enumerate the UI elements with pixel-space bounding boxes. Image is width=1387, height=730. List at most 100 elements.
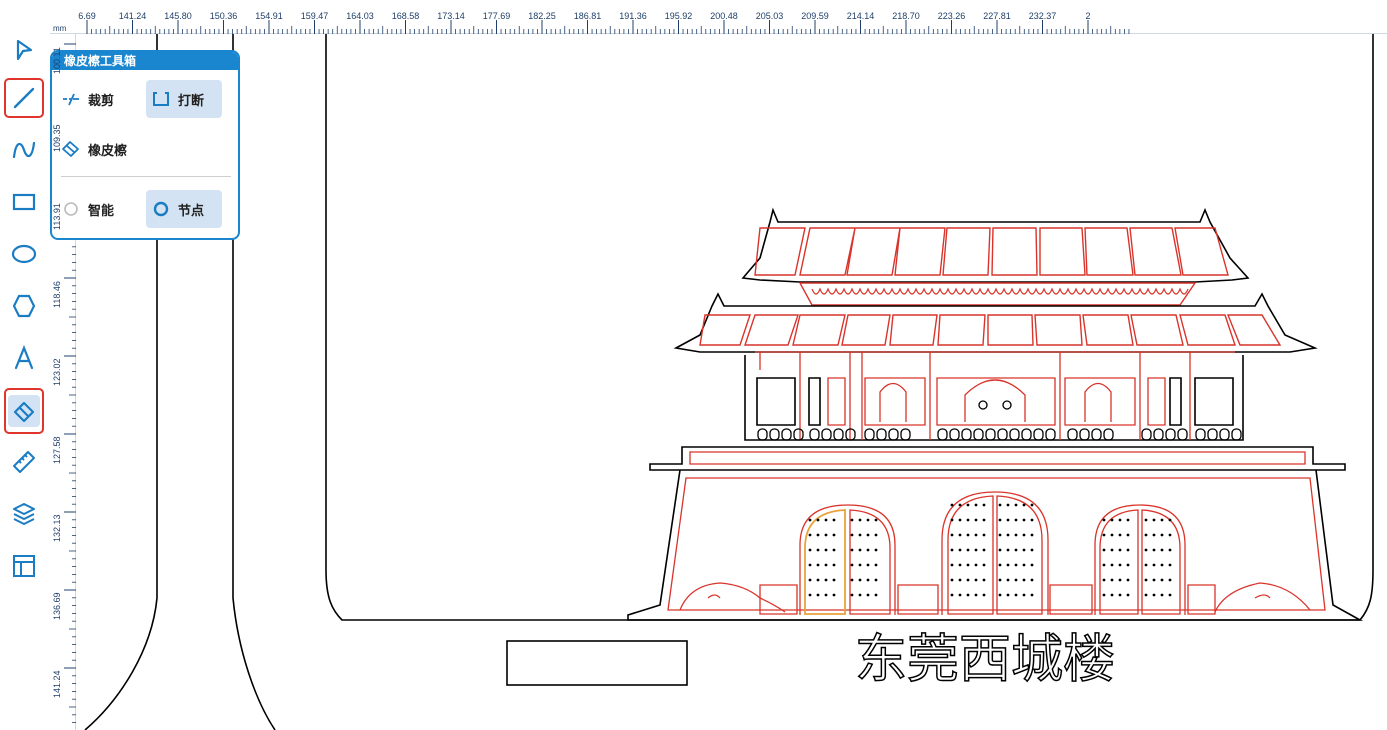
cut-option[interactable]: 裁剪	[60, 80, 140, 118]
door-stud	[1168, 593, 1172, 597]
layers-tool-button[interactable]	[4, 494, 44, 534]
line-icon	[13, 87, 35, 109]
drawing-canvas[interactable]: 东莞西城楼	[76, 34, 1387, 730]
label-rectangle[interactable]	[506, 640, 688, 686]
radio-unselected-icon	[60, 201, 82, 217]
window-oval	[985, 428, 996, 441]
curve-tool-button[interactable]	[4, 130, 44, 170]
select-tool-button[interactable]	[4, 30, 44, 70]
door-stud	[1006, 533, 1010, 537]
door-stud	[1102, 593, 1106, 597]
door-stud	[1006, 503, 1010, 507]
door-stud	[1168, 578, 1172, 582]
layout-icon	[13, 555, 35, 577]
ruler-label: 218.70	[892, 11, 920, 21]
door-stud	[1022, 518, 1026, 522]
left-toolbar	[0, 10, 50, 730]
door-stud	[1152, 578, 1156, 582]
window-oval	[864, 428, 875, 441]
door-stud	[1102, 578, 1106, 582]
door-stud	[1030, 518, 1034, 522]
window-oval	[781, 428, 792, 441]
ruler-label: 6.69	[78, 11, 96, 21]
door-stud	[1168, 533, 1172, 537]
smart-option[interactable]: 智能	[60, 190, 140, 228]
door-stud	[982, 548, 986, 552]
window-oval	[1153, 428, 1164, 441]
door-stud	[1126, 533, 1130, 537]
door-stud	[824, 593, 828, 597]
eraser-tool-button[interactable]	[4, 388, 44, 434]
window-oval	[1231, 428, 1242, 441]
ruler-label: 145.80	[164, 11, 192, 21]
ruler-label: 195.92	[664, 11, 693, 21]
door-stud	[1030, 593, 1034, 597]
door-stud	[974, 593, 978, 597]
door-stud	[958, 503, 962, 507]
window-oval	[1103, 428, 1114, 441]
rectangle-tool-button[interactable]	[4, 182, 44, 222]
door-stud	[1102, 518, 1106, 522]
door-stud	[816, 533, 820, 537]
ruler-unit-label: mm	[53, 24, 67, 33]
door-stud	[1126, 548, 1130, 552]
text-tool-button[interactable]	[4, 338, 44, 378]
door-stud	[874, 563, 878, 567]
door-stud	[1160, 518, 1164, 522]
polygon-tool-button[interactable]	[4, 286, 44, 326]
door-stud	[808, 548, 812, 552]
door-stud	[824, 548, 828, 552]
ruler-label: 223.26	[937, 11, 966, 21]
break-option[interactable]: 打断	[146, 80, 222, 118]
door-stud	[1152, 533, 1156, 537]
door-stud	[974, 533, 978, 537]
building-drawing[interactable]	[627, 207, 1364, 621]
window-oval	[1009, 428, 1020, 441]
door-stud	[1152, 518, 1156, 522]
hexagon-icon	[12, 294, 36, 318]
design-drawing[interactable]: 东莞西城楼	[76, 34, 1387, 730]
door-stud	[874, 548, 878, 552]
line-tool-button[interactable]	[4, 78, 44, 118]
door-stud	[1014, 593, 1018, 597]
ellipse-tool-button[interactable]	[4, 234, 44, 274]
layout-tool-button[interactable]	[4, 546, 44, 586]
break-icon	[150, 91, 172, 107]
window-oval	[757, 428, 768, 441]
eraser-option[interactable]: 橡皮檫	[60, 130, 160, 168]
door-stud	[1144, 578, 1148, 582]
door-stud	[874, 533, 878, 537]
door-stud	[982, 563, 986, 567]
door-stud	[998, 518, 1002, 522]
panel-title: 橡皮檫工具箱	[52, 52, 238, 70]
door-stud	[1126, 563, 1130, 567]
door-stud	[858, 593, 862, 597]
door-stud	[1014, 548, 1018, 552]
window-oval	[961, 428, 972, 441]
door-stud	[1110, 563, 1114, 567]
window-oval	[997, 428, 1008, 441]
door-stud	[1006, 518, 1010, 522]
node-label: 节点	[178, 203, 205, 219]
measure-tool-button[interactable]	[4, 442, 44, 482]
window-oval	[949, 428, 960, 441]
door-stud	[1160, 563, 1164, 567]
door-stud	[1030, 548, 1034, 552]
door-stud	[808, 533, 812, 537]
door-stud	[950, 533, 954, 537]
door-stud	[816, 593, 820, 597]
window-oval	[1141, 428, 1152, 441]
door-stud	[858, 533, 862, 537]
door-stud	[816, 563, 820, 567]
node-option[interactable]: 节点	[146, 190, 222, 228]
door-stud	[1030, 578, 1034, 582]
caption-text[interactable]: 东莞西城楼	[854, 629, 1116, 691]
door-stud	[1110, 593, 1114, 597]
door-stud	[950, 578, 954, 582]
ruler-label: 214.14	[846, 11, 875, 21]
ruler-label: 127.58	[52, 436, 62, 464]
door-stud	[1006, 578, 1010, 582]
door-stud	[866, 593, 870, 597]
door-stud	[1022, 503, 1026, 507]
door-stud	[866, 518, 870, 522]
